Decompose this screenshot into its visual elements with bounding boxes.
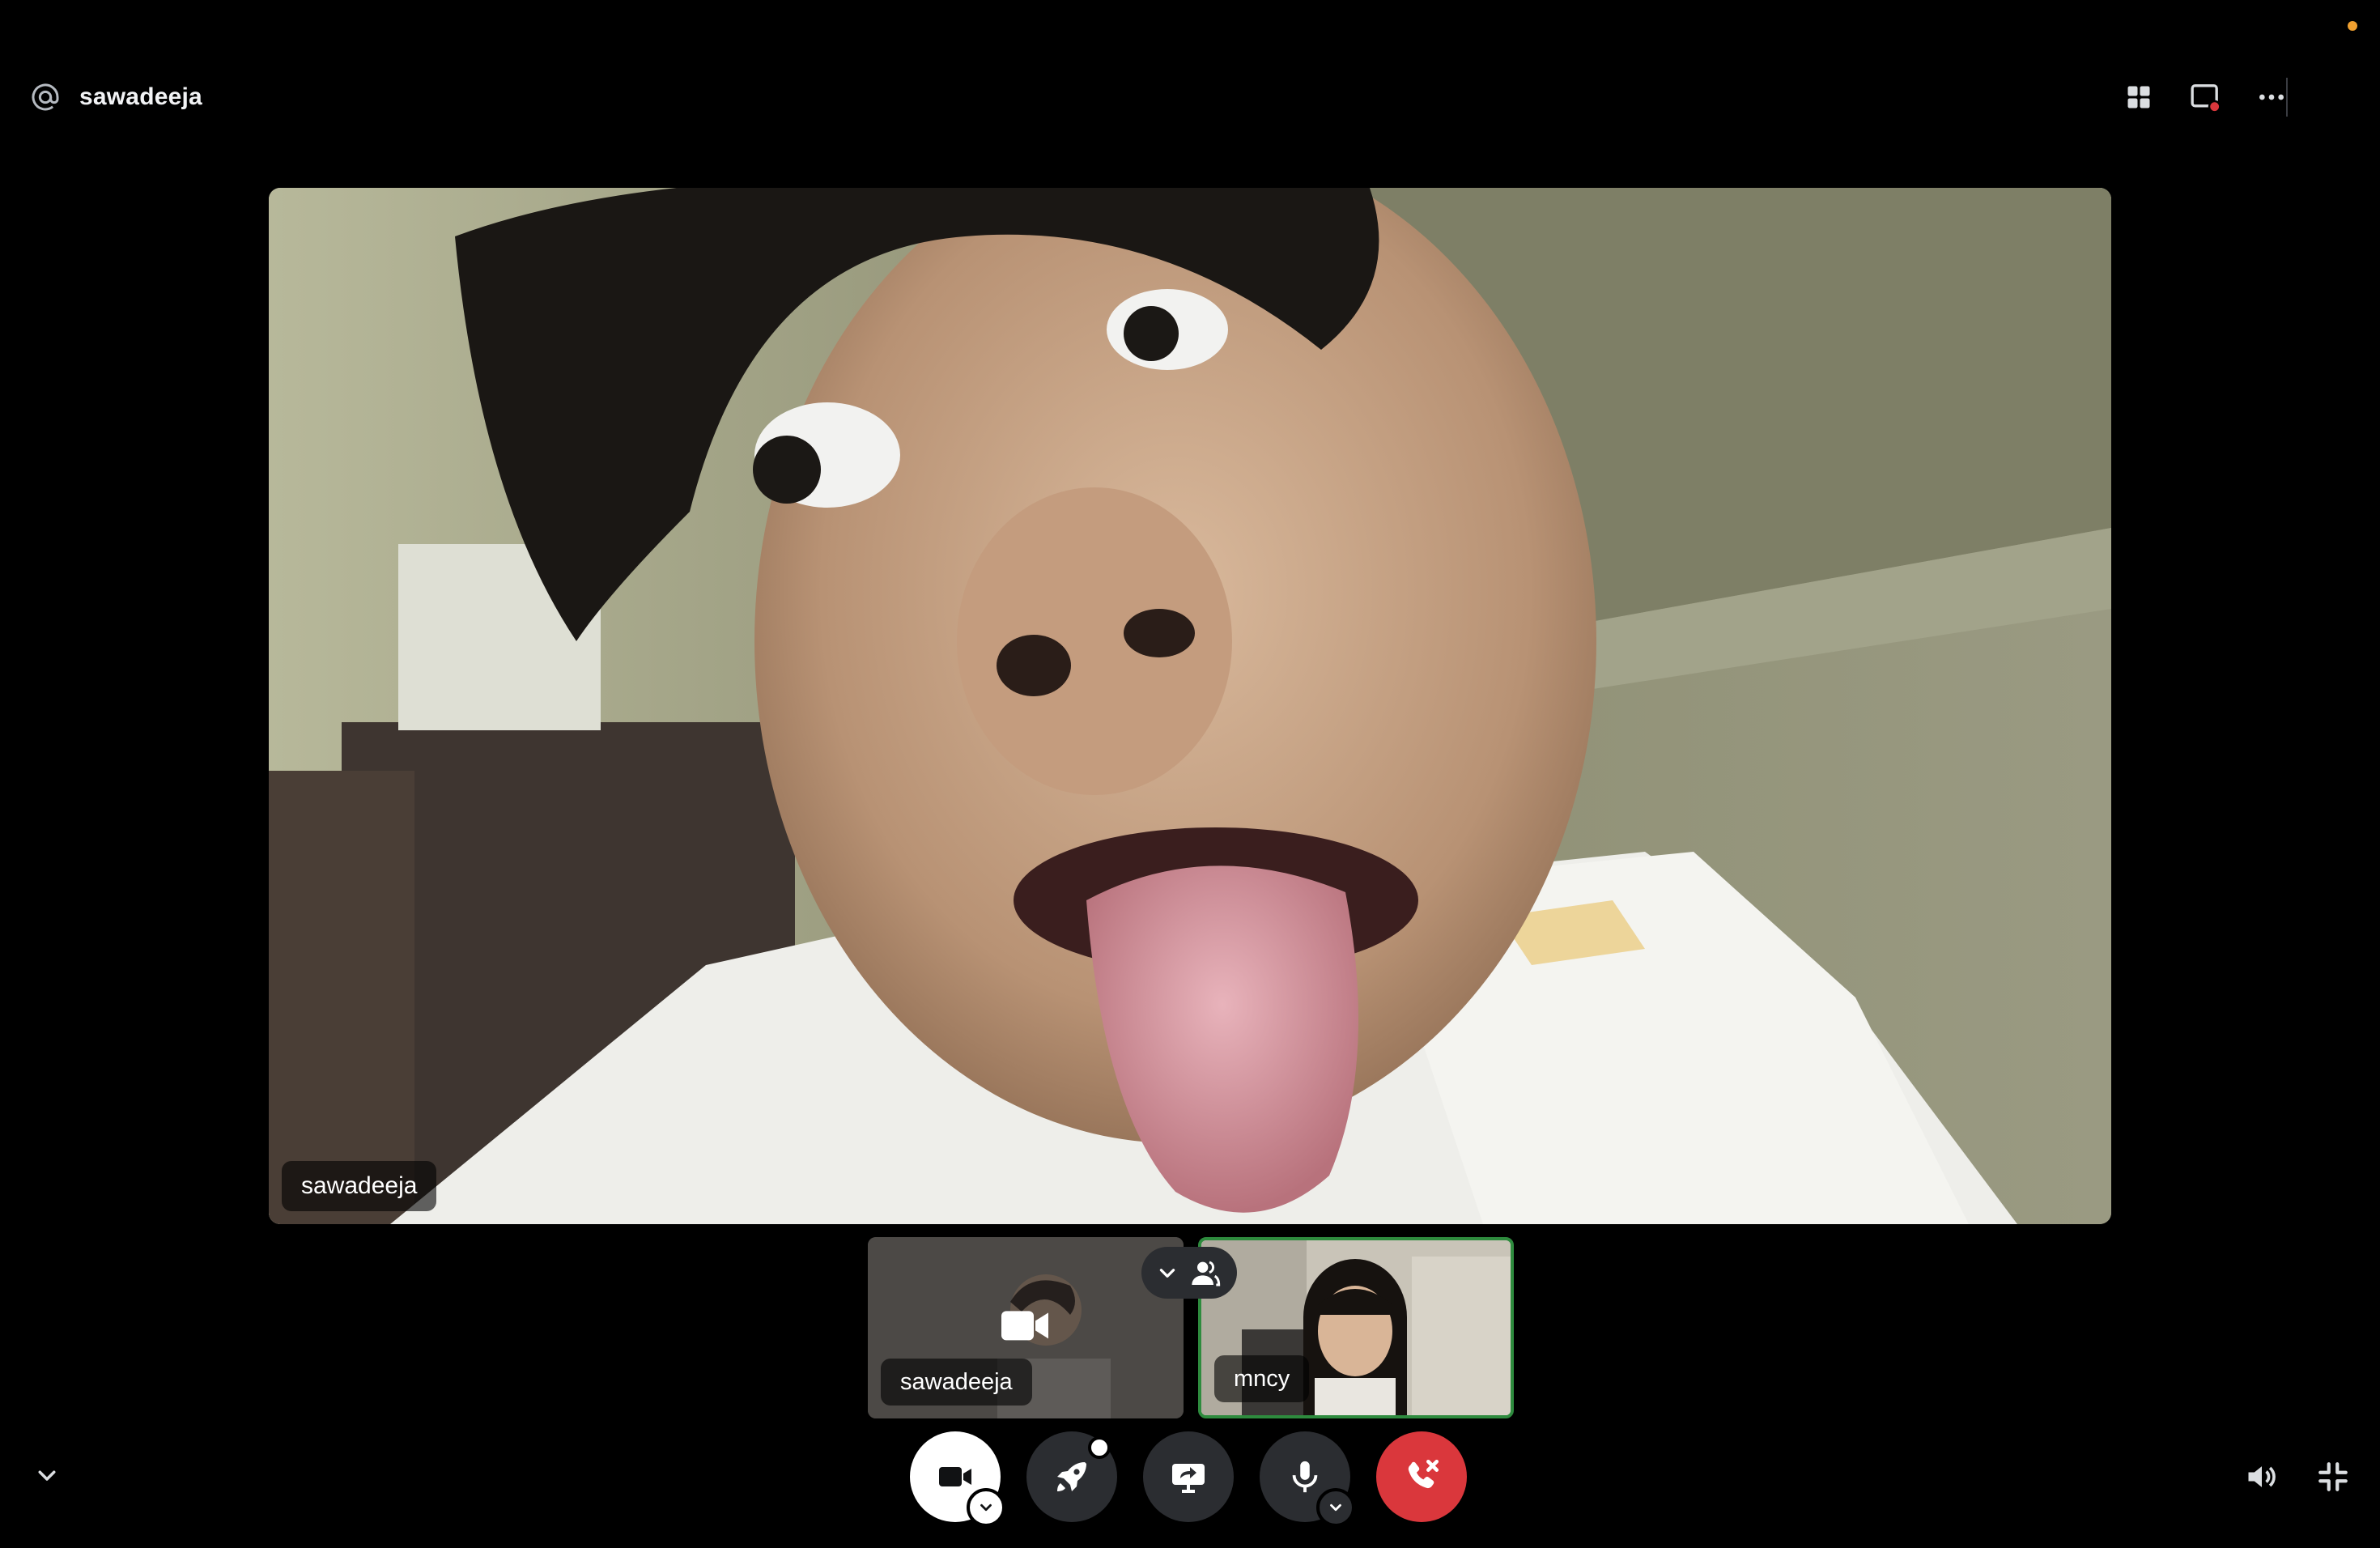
microphone-icon (1292, 1461, 1318, 1493)
volume-button[interactable] (2242, 1457, 2281, 1496)
voice-call-window: sawadeeja sawadeeja sawadeeja mncy (0, 0, 2380, 1548)
more-options-icon (2259, 94, 2284, 100)
screen-share-icon (1172, 1464, 1205, 1493)
at-sign-icon (28, 79, 63, 115)
participant-tile-self[interactable]: sawadeeja (868, 1237, 1184, 1418)
chevron-down-icon (1159, 1269, 1175, 1278)
speaker-icon (2248, 1466, 2276, 1487)
microphone-button[interactable] (1260, 1431, 1355, 1527)
screen-share-button[interactable] (1143, 1431, 1234, 1522)
participant-tile-mncy[interactable]: mncy (1198, 1237, 1514, 1418)
grid-layout-button[interactable] (2119, 78, 2158, 117)
exit-fullscreen-button[interactable] (2314, 1457, 2352, 1496)
camera-button[interactable] (910, 1431, 1005, 1527)
popout-icon (2191, 84, 2221, 113)
main-video-tile[interactable]: sawadeeja (269, 188, 2111, 1224)
header-divider (2286, 78, 2288, 117)
chevron-down-icon (980, 1503, 992, 1512)
more-options-button[interactable] (2252, 78, 2291, 117)
participant-name: mncy (1214, 1355, 1310, 1402)
video-camera-icon (1001, 1308, 1050, 1343)
bottom-right-toolbar (2242, 1457, 2352, 1496)
disconnect-button[interactable] (1376, 1431, 1467, 1522)
chevron-down-icon (38, 1470, 56, 1481)
popout-button[interactable] (2186, 78, 2225, 117)
new-activity-dot (1088, 1436, 1111, 1459)
grid-layout-icon (2127, 86, 2150, 108)
channel-name: sawadeeja (79, 83, 202, 110)
notification-dot (2348, 21, 2357, 31)
camera-options-button[interactable] (967, 1488, 1005, 1527)
people-icon (1192, 1261, 1221, 1286)
rocket-icon (1057, 1462, 1086, 1491)
call-header: sawadeeja (28, 76, 202, 118)
chevron-down-icon (1330, 1503, 1341, 1512)
phone-hangup-icon (1408, 1459, 1439, 1489)
microphone-options-button[interactable] (1316, 1488, 1355, 1527)
video-camera-icon (939, 1467, 971, 1486)
collapse-call-button[interactable] (31, 1459, 63, 1491)
main-participant-name: sawadeeja (282, 1161, 437, 1211)
activities-button[interactable] (1026, 1431, 1117, 1522)
participant-name: sawadeeja (881, 1359, 1032, 1406)
participants-toggle-button[interactable] (1141, 1247, 1237, 1299)
video-feed (269, 188, 2111, 1224)
exit-fullscreen-icon (2318, 1462, 2348, 1491)
header-toolbar (2119, 73, 2291, 121)
call-controls (910, 1431, 1467, 1527)
